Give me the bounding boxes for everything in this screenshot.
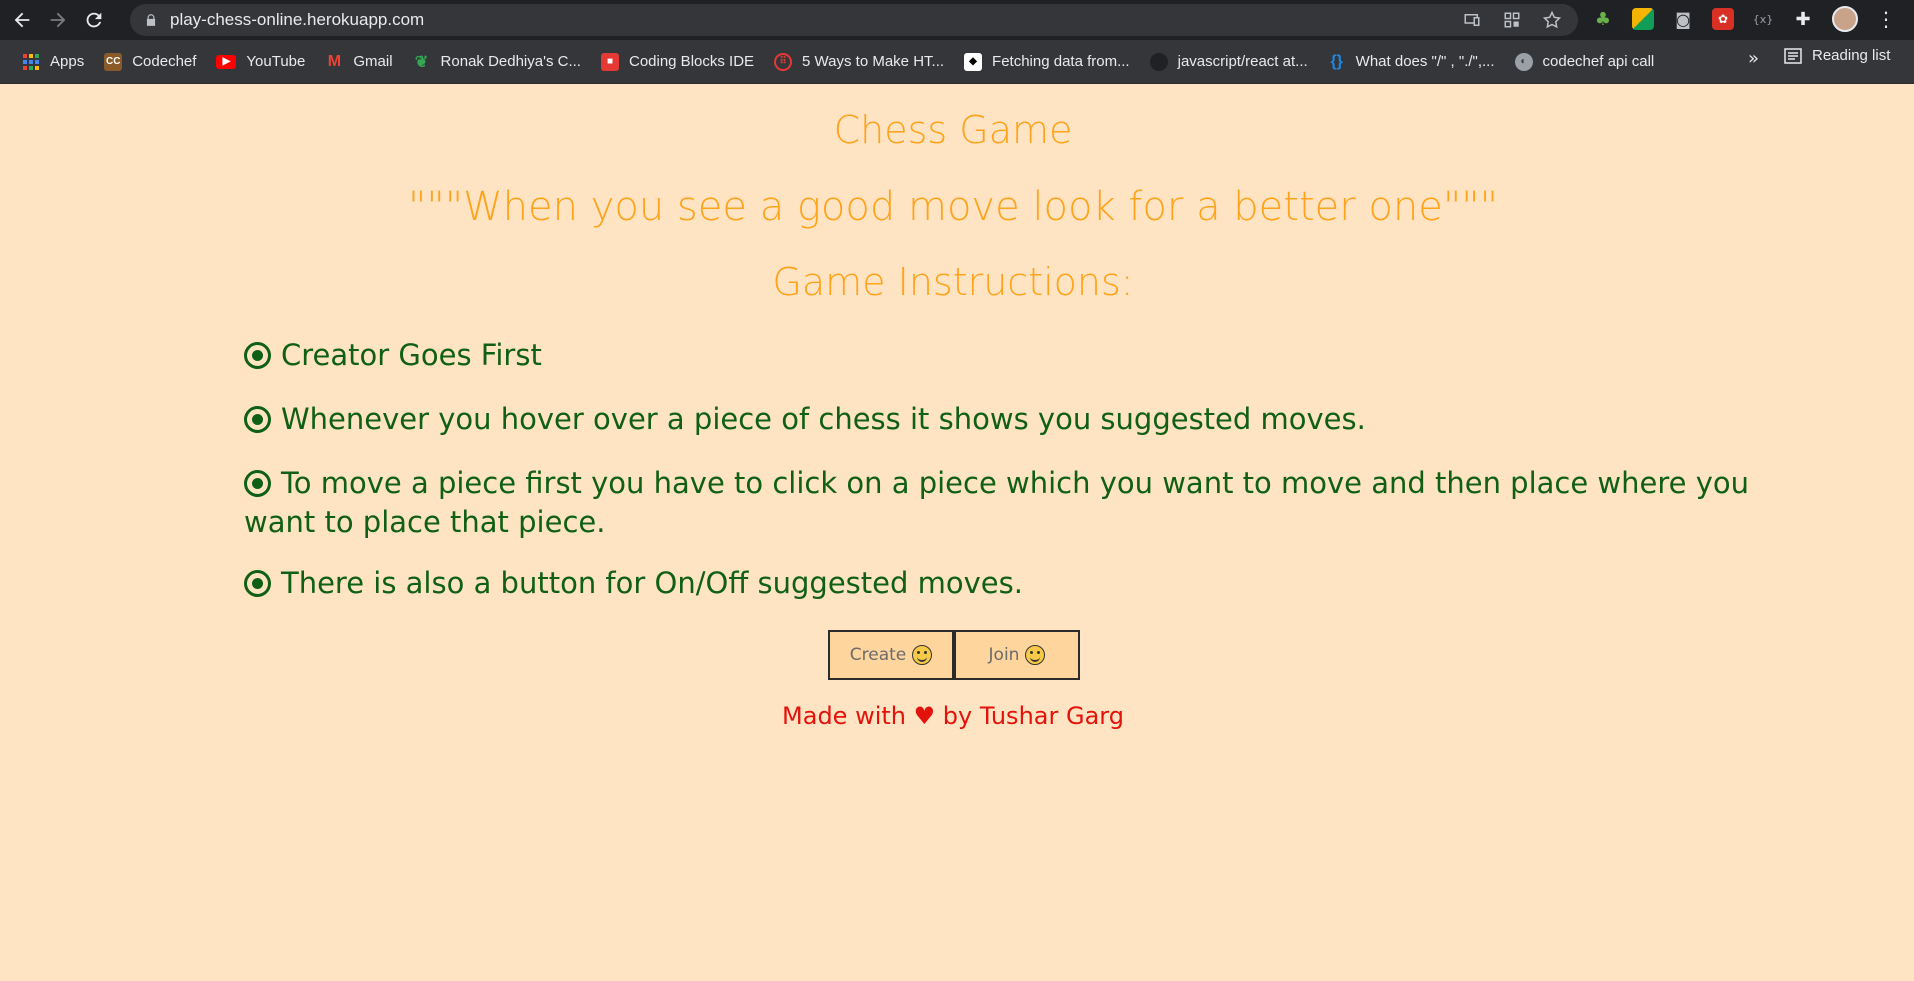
reading-list-button[interactable]: Reading list <box>1784 47 1890 64</box>
bookmark-label: 5 Ways to Make HT... <box>802 53 945 70</box>
red-extension-icon[interactable]: ✿ <box>1712 8 1734 30</box>
bookmark-javascript-react[interactable]: javascript/react at... <box>1140 47 1318 77</box>
code-extension-icon[interactable]: {x} <box>1752 8 1774 30</box>
codechef-icon: CC <box>104 52 123 71</box>
bookmark-youtube[interactable]: ▶ YouTube <box>206 47 315 77</box>
bookmark-gmail[interactable]: M Gmail <box>315 47 402 77</box>
bookmark-label: Fetching data from... <box>992 53 1130 70</box>
instruction-item: Creator Goes First <box>244 336 1764 375</box>
radio-bullet-icon <box>244 342 271 369</box>
circle-icon: ⠿ <box>774 52 793 71</box>
bookmark-label: Ronak Dedhiya's C... <box>440 53 581 70</box>
bookmark-label: Codechef <box>132 53 197 70</box>
radio-bullet-icon <box>244 570 271 597</box>
bookmark-coding-blocks[interactable]: ■ Coding Blocks IDE <box>591 47 764 77</box>
camera-extension-icon[interactable]: ◙ <box>1672 8 1694 30</box>
bookmark-label: YouTube <box>246 53 306 70</box>
back-button[interactable] <box>8 6 36 34</box>
bookmark-label: Gmail <box>353 53 393 70</box>
footer-credit: Made with ♥ by Tushar Garg <box>782 702 1124 730</box>
bookmark-codechef-api[interactable]: ◐ codechef api call <box>1505 47 1665 77</box>
url-text: play-chess-online.herokuapp.com <box>170 10 425 29</box>
reload-button[interactable] <box>80 6 108 34</box>
radio-bullet-icon <box>244 406 271 433</box>
bookmarks-bar: Apps CC Codechef ▶ YouTube M Gmail ❦ Ron… <box>0 40 1914 84</box>
smiley-icon <box>1025 645 1046 665</box>
page-content: Chess Game """When you see a good move l… <box>0 84 1914 981</box>
instructions-heading: Game Instructions: <box>772 260 1134 304</box>
lock-icon <box>146 14 156 26</box>
page-title: Chess Game <box>833 108 1073 152</box>
braces-icon: {} <box>1330 52 1343 70</box>
bookmark-5-ways[interactable]: ⠿ 5 Ways to Make HT... <box>764 47 954 77</box>
instruction-item: To move a piece first you have to click … <box>244 466 1749 539</box>
bookmark-label: What does "/" , "./",... <box>1355 53 1495 70</box>
radio-bullet-icon <box>244 470 271 497</box>
reload-icon <box>86 12 102 28</box>
bookmarks-overflow-button[interactable]: » <box>1748 48 1759 69</box>
quote: """When you see a good move look for a b… <box>407 184 1499 230</box>
instruction-item: Whenever you hover over a piece of chess… <box>244 400 1764 439</box>
forward-button[interactable] <box>44 6 72 34</box>
github-icon <box>1149 52 1168 71</box>
qr-code-icon[interactable] <box>1502 10 1522 30</box>
game-actions: Create Join <box>828 630 1080 680</box>
address-bar[interactable]: play-chess-online.herokuapp.com <box>130 4 1578 36</box>
instruction-item: There is also a button for On/Off sugges… <box>244 564 1764 603</box>
bookmark-fetching-data[interactable]: ◆ Fetching data from... <box>954 47 1140 77</box>
join-button[interactable]: Join <box>954 630 1080 680</box>
bookmark-ronak[interactable]: ❦ Ronak Dedhiya's C... <box>403 47 591 77</box>
extensions-puzzle-icon[interactable]: ✚ <box>1792 8 1814 30</box>
smiley-icon <box>912 645 933 665</box>
bookmark-codechef[interactable]: CC Codechef <box>94 47 206 77</box>
bookmark-label: Apps <box>50 53 85 70</box>
bookmark-label: Coding Blocks IDE <box>628 53 755 70</box>
reading-list-icon <box>1784 47 1802 64</box>
bookmark-apps[interactable]: Apps <box>12 47 94 77</box>
gmail-icon: M <box>327 52 342 70</box>
browser-toolbar: play-chess-online.herokuapp.com ♣ ◙ ✿ {x… <box>0 0 1914 40</box>
leaf-icon: ❦ <box>414 53 429 71</box>
join-button-label: Join <box>988 645 1020 665</box>
arrow-left-icon <box>14 12 30 28</box>
bookmark-what-does[interactable]: {} What does "/" , "./",... <box>1318 47 1505 77</box>
grid-extension-icon[interactable] <box>1632 8 1654 30</box>
menu-dots-icon[interactable]: ⋮ <box>1876 7 1896 31</box>
arrow-right-icon <box>50 12 66 28</box>
cast-icon[interactable] <box>1462 10 1482 30</box>
apps-grid-icon <box>22 53 40 71</box>
favicon-icon: ◆ <box>964 52 983 71</box>
bookmark-label: javascript/react at... <box>1177 53 1308 70</box>
bookmark-label: codechef api call <box>1542 53 1655 70</box>
reading-list-label: Reading list <box>1812 47 1891 64</box>
youtube-icon: ▶ <box>216 54 237 69</box>
star-icon[interactable] <box>1542 10 1562 30</box>
cube-icon: ■ <box>600 52 619 71</box>
globe-icon: ◐ <box>1514 52 1533 71</box>
create-button[interactable]: Create <box>828 630 954 680</box>
profile-avatar[interactable] <box>1832 6 1858 32</box>
create-button-label: Create <box>849 645 907 665</box>
tree-extension-icon[interactable]: ♣ <box>1592 8 1614 30</box>
